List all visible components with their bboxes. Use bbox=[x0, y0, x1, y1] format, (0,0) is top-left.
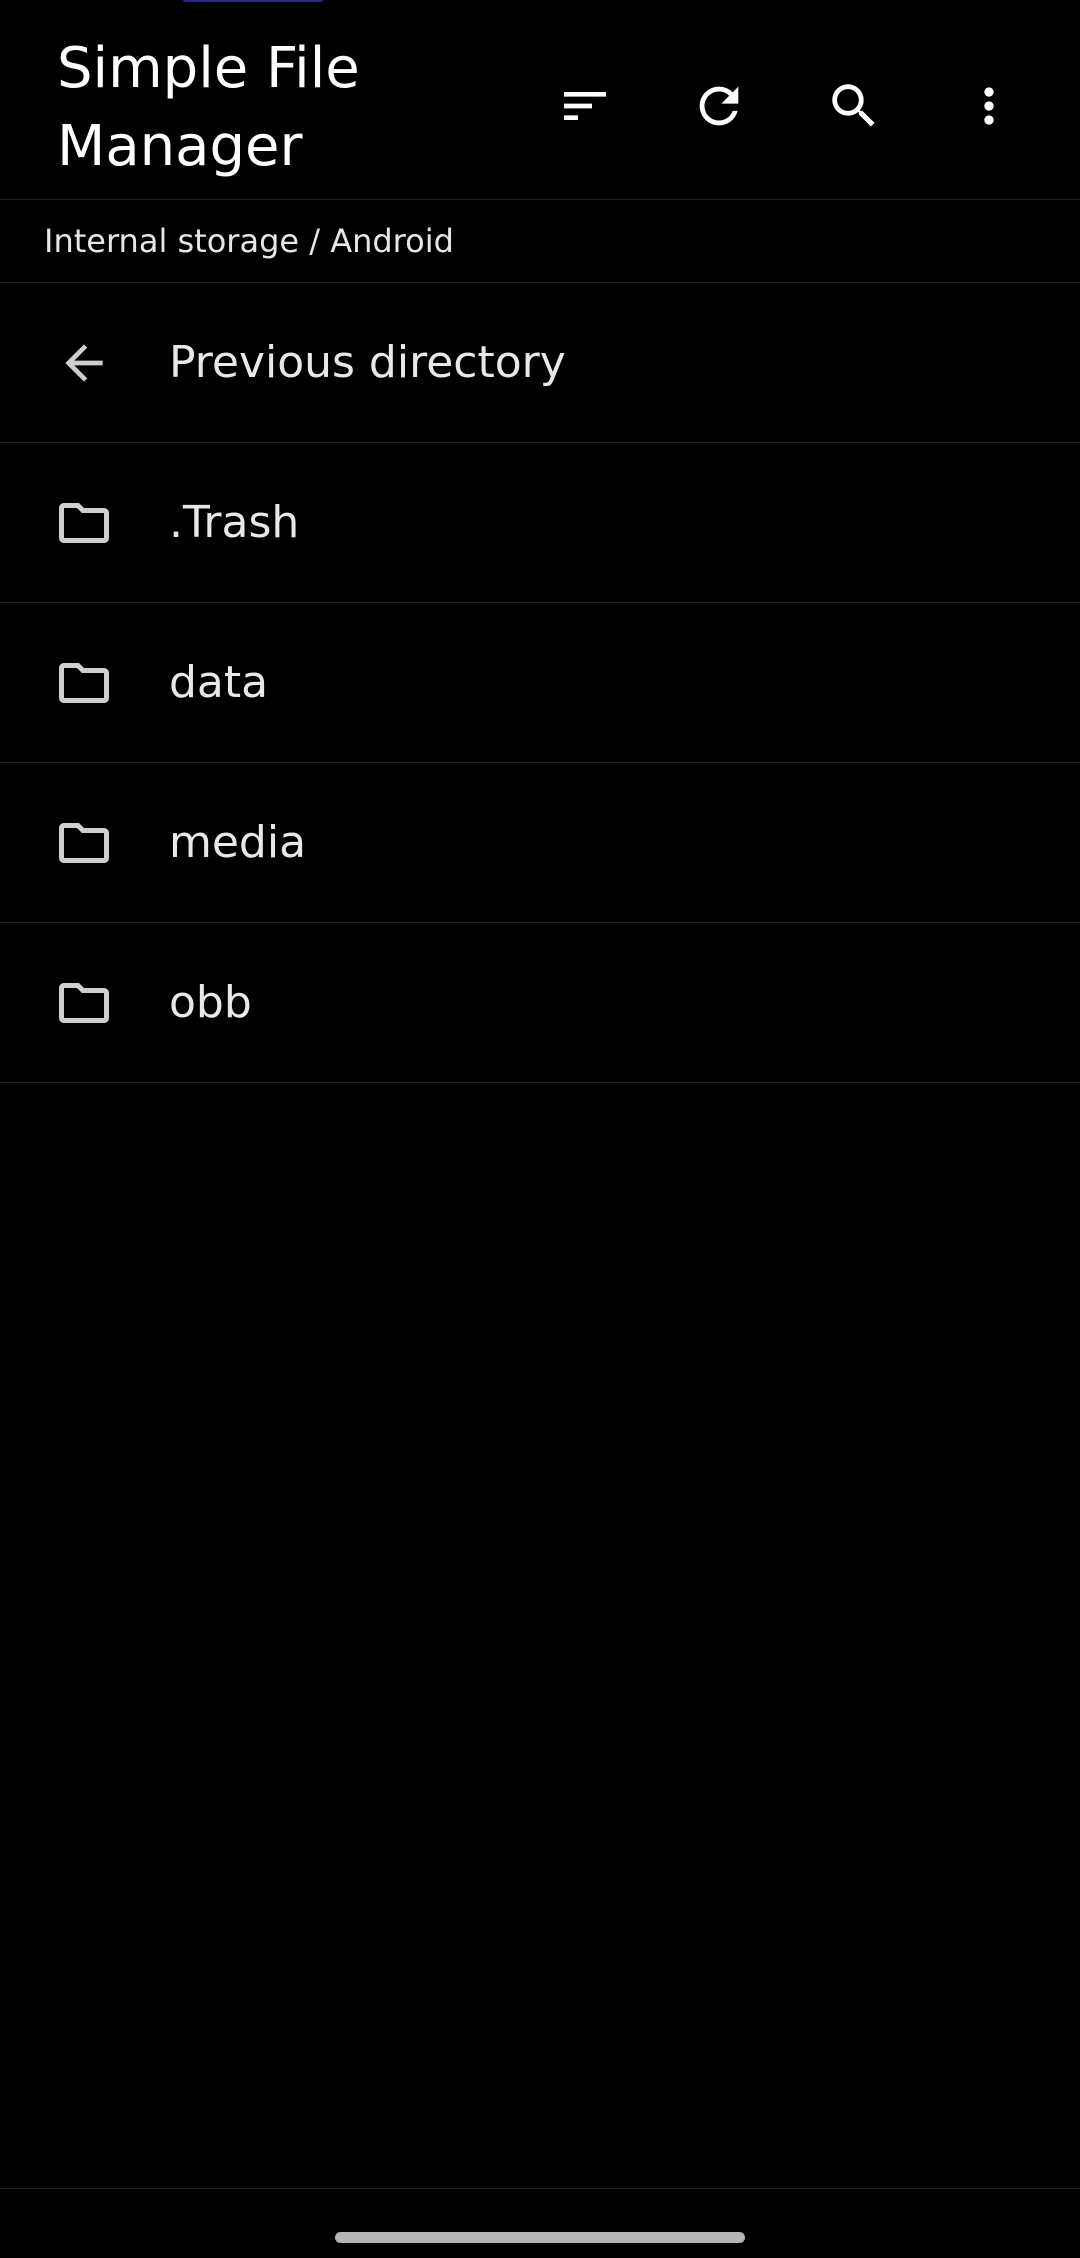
list-item-label: data bbox=[169, 657, 269, 708]
home-indicator[interactable] bbox=[335, 2232, 745, 2243]
sort-icon bbox=[564, 92, 606, 120]
search-icon bbox=[832, 84, 875, 127]
file-list: Previous directory .Trash data media obb bbox=[0, 283, 1080, 1083]
arrow-back-icon bbox=[54, 333, 114, 393]
previous-directory-label: Previous directory bbox=[169, 337, 566, 388]
more-vert-icon bbox=[984, 87, 994, 125]
breadcrumb-bar: Internal storage / Android bbox=[0, 200, 1080, 283]
list-item-label: media bbox=[169, 817, 307, 868]
folder-icon bbox=[54, 973, 114, 1033]
app-title: Simple File Manager bbox=[57, 36, 360, 179]
list-item[interactable]: .Trash bbox=[0, 443, 1080, 603]
sort-button[interactable] bbox=[547, 68, 623, 144]
bottom-divider bbox=[0, 2188, 1080, 2189]
breadcrumb[interactable]: Internal storage / Android bbox=[44, 220, 454, 262]
list-item[interactable]: media bbox=[0, 763, 1080, 923]
refresh-button[interactable] bbox=[681, 68, 757, 144]
list-item[interactable]: obb bbox=[0, 923, 1080, 1083]
list-item-label: obb bbox=[169, 977, 252, 1028]
search-button[interactable] bbox=[816, 68, 892, 144]
list-item-label: .Trash bbox=[169, 497, 300, 548]
folder-icon bbox=[54, 653, 114, 713]
folder-icon bbox=[54, 813, 114, 873]
list-item[interactable]: data bbox=[0, 603, 1080, 763]
refresh-icon bbox=[699, 86, 739, 126]
app-bar: Simple File Manager bbox=[0, 0, 1080, 200]
folder-icon bbox=[54, 493, 114, 553]
more-options-button[interactable] bbox=[951, 68, 1027, 144]
previous-directory-row[interactable]: Previous directory bbox=[0, 283, 1080, 443]
